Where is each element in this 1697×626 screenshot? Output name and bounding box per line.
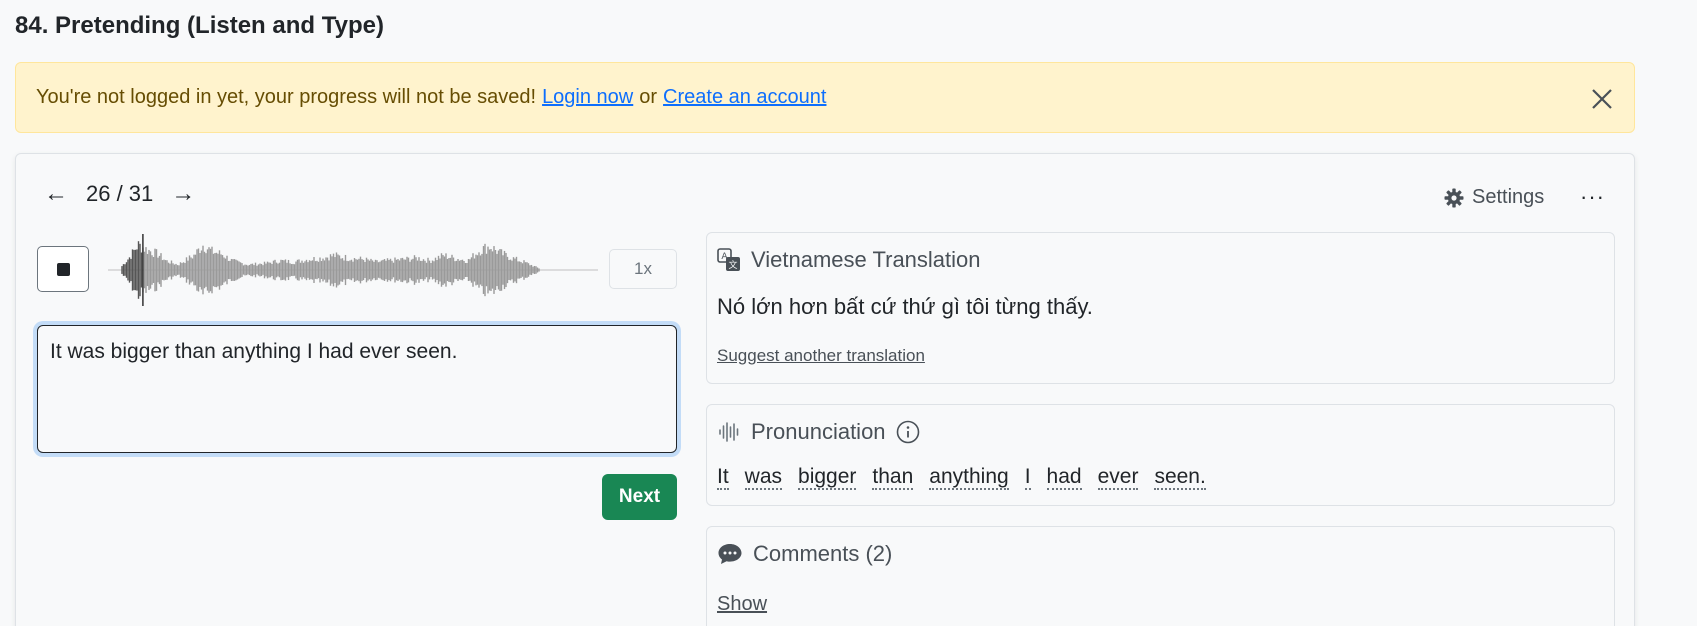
create-account-link[interactable]: Create an account xyxy=(663,86,826,109)
comments-title: Comments (2) xyxy=(753,541,893,566)
login-link[interactable]: Login now xyxy=(542,86,633,109)
audio-waveform[interactable] xyxy=(108,230,598,310)
pronunciation-header: Pronunciation xyxy=(717,419,920,445)
translation-title: Vietnamese Translation xyxy=(751,247,981,272)
pronunciation-word[interactable]: It xyxy=(717,466,729,490)
info-icon[interactable] xyxy=(896,420,920,444)
alert-message: You're not logged in yet, your progress … xyxy=(36,86,537,108)
close-icon[interactable] xyxy=(1588,85,1616,113)
playback-speed-button[interactable]: 1x xyxy=(609,249,677,289)
translation-header: A 文 Vietnamese Translation xyxy=(717,247,981,273)
page-title: 84. Pretending (Listen and Type) xyxy=(15,12,384,39)
pronunciation-word[interactable]: ever xyxy=(1097,466,1139,490)
svg-text:文: 文 xyxy=(728,259,737,271)
translation-panel: A 文 Vietnamese Translation Nó lớn hơn bấ… xyxy=(706,232,1615,384)
gear-icon xyxy=(1444,188,1464,207)
soundwave-icon xyxy=(719,422,739,442)
next-arrow-icon[interactable]: → xyxy=(171,180,195,208)
sentence-navigation: ← 26 / 31 → xyxy=(44,180,195,208)
sentence-counter: 26 / 31 xyxy=(86,181,154,206)
translation-text: Nó lớn hơn bất cứ thứ gì tôi từng thấy. xyxy=(717,294,1093,319)
pronunciation-title: Pronunciation xyxy=(751,419,886,444)
suggest-translation-link[interactable]: Suggest another translation xyxy=(717,346,925,366)
pronunciation-words: It was bigger than anything Ihad ever seen. xyxy=(717,466,1206,490)
prev-arrow-icon[interactable]: ← xyxy=(44,180,68,208)
answer-input[interactable]: It was bigger than anything I had ever s… xyxy=(37,325,677,453)
pronunciation-word[interactable]: had xyxy=(1046,466,1082,490)
translate-icon: A 文 xyxy=(717,248,740,271)
comments-panel: Comments (2) Show xyxy=(706,526,1615,626)
pronunciation-word[interactable]: than xyxy=(872,466,914,490)
stop-icon xyxy=(56,262,70,276)
exercise-card: ← 26 / 31 → Settings ··· 1x It was bigge… xyxy=(15,153,1635,626)
settings-button[interactable]: Settings xyxy=(1444,186,1544,209)
login-alert: You're not logged in yet, your progress … xyxy=(15,62,1635,133)
stop-button[interactable] xyxy=(37,246,89,292)
comments-header: Comments (2) xyxy=(717,541,892,567)
more-options-icon[interactable]: ··· xyxy=(1580,184,1605,210)
pronunciation-word[interactable]: seen. xyxy=(1154,466,1206,490)
pronunciation-word[interactable]: was xyxy=(744,466,783,490)
pronunciation-word[interactable]: bigger xyxy=(798,466,857,490)
next-button[interactable]: Next xyxy=(602,474,677,520)
alert-or-text: or xyxy=(639,86,658,108)
pronunciation-panel: Pronunciation It was bigger than anything Iha… xyxy=(706,404,1615,506)
comment-icon xyxy=(718,544,742,564)
pronunciation-word[interactable]: I xyxy=(1024,466,1031,490)
show-comments-link[interactable]: Show xyxy=(717,593,767,616)
settings-label: Settings xyxy=(1472,186,1545,208)
pronunciation-word[interactable]: anything xyxy=(929,466,1009,490)
